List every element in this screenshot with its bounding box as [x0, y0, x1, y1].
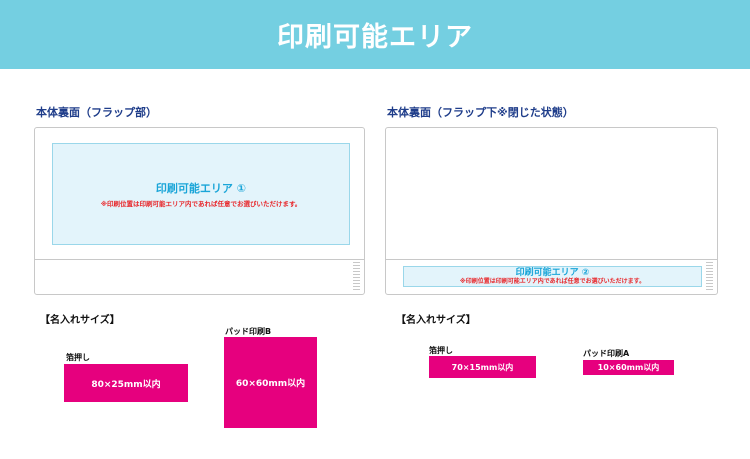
print-area-2: 印刷可能エリア ② ※印刷位置は印刷可能エリア内であれば任意でお選びいただけます…: [403, 266, 702, 287]
right-item-1-label: 箔押し: [429, 346, 453, 355]
flap-edge-line: [386, 259, 717, 260]
flap-divider: [35, 259, 364, 260]
left-item-1-size-box: 80×25mm以内: [64, 364, 188, 402]
print-area-1-note: ※印刷位置は印刷可能エリア内であれば任意でお選びいただけます。: [100, 200, 302, 208]
left-item-2-size-box: 60×60mm以内: [224, 337, 317, 428]
right-item-2-size-box: 10×60mm以内: [583, 360, 674, 375]
right-item-1-size-box: 70×15mm以内: [429, 356, 536, 378]
left-section-title: 本体裏面（フラップ部）: [36, 106, 157, 119]
right-product-panel: 印刷可能エリア ② ※印刷位置は印刷可能エリア内であれば任意でお選びいただけます…: [385, 127, 718, 295]
right-item-2-label: パッド印刷A: [583, 349, 630, 358]
left-item-1-label: 箔押し: [66, 353, 90, 362]
left-item-1-size: 80×25mm以内: [91, 379, 161, 390]
side-grip-lines: [706, 262, 713, 292]
right-size-title: 【名入れサイズ】: [396, 315, 476, 326]
side-grip-lines: [353, 262, 360, 292]
header-banner: 印刷可能エリア: [0, 0, 750, 69]
print-area-2-note: ※印刷位置は印刷可能エリア内であれば任意でお選びいただけます。: [459, 278, 646, 285]
right-item-2-size: 10×60mm以内: [597, 363, 660, 372]
left-item-2-size: 60×60mm以内: [235, 379, 306, 389]
print-area-1-label: 印刷可能エリア ①: [155, 182, 247, 195]
left-size-title: 【名入れサイズ】: [40, 315, 120, 326]
print-area-2-label: 印刷可能エリア ②: [515, 268, 590, 278]
right-section-title: 本体裏面（フラップ下※閉じた状態）: [387, 106, 574, 119]
page-title: 印刷可能エリア: [277, 22, 473, 53]
print-area-1: 印刷可能エリア ① ※印刷位置は印刷可能エリア内であれば任意でお選びいただけます…: [52, 143, 350, 245]
left-item-2-label: パッド印刷B: [225, 327, 272, 336]
right-item-1-size: 70×15mm以内: [451, 362, 514, 372]
left-product-panel: 印刷可能エリア ① ※印刷位置は印刷可能エリア内であれば任意でお選びいただけます…: [34, 127, 365, 295]
